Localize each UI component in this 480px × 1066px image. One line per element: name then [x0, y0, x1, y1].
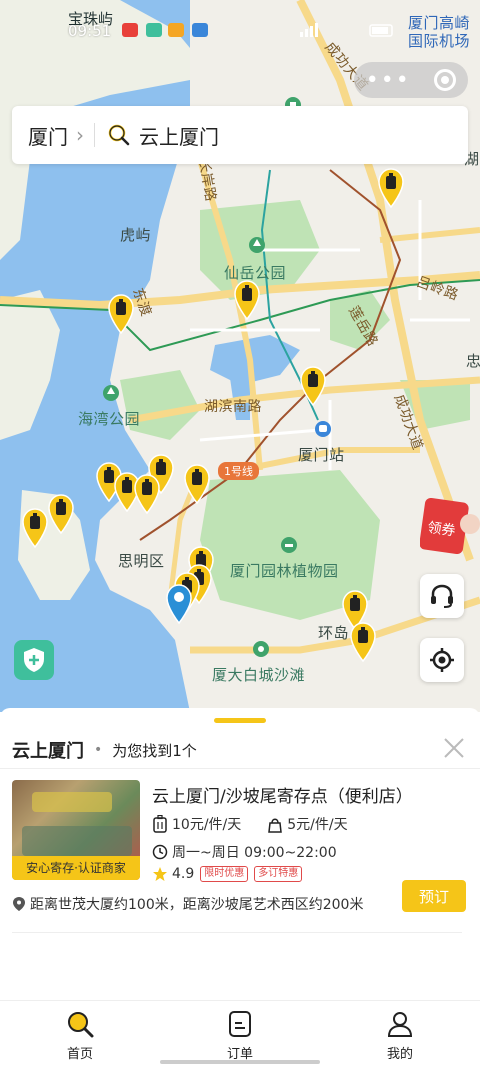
- sheet-title: 云上厦门: [12, 741, 84, 762]
- tab-profile[interactable]: 我的: [320, 1001, 480, 1066]
- app-icon: [146, 23, 162, 37]
- app-badge-icon: [122, 23, 138, 37]
- store-card[interactable]: 安心寄存·认证商家 云上厦门/沙坡尾寄存点（便利店） 10元/件/天 5元/件/…: [12, 780, 468, 930]
- address-row: 距离世茂大厦约100米，距离沙坡尾艺术西区约200米: [12, 894, 363, 914]
- luggage-pin-icon[interactable]: [48, 494, 74, 534]
- tab-orders[interactable]: 订单: [160, 1001, 320, 1066]
- app-icon: [168, 23, 184, 37]
- beach-icon: [253, 641, 269, 657]
- park-icon: [103, 385, 119, 401]
- order-icon: [229, 1011, 251, 1037]
- search-icon: [68, 1012, 94, 1038]
- luggage-pin-icon[interactable]: [108, 294, 134, 334]
- locate-me-button[interactable]: [420, 638, 464, 682]
- locate-icon: [430, 648, 454, 672]
- subway-line-badge: 1号线: [218, 462, 259, 480]
- coupon-badge[interactable]: 领券: [420, 498, 480, 554]
- signal-icon: [300, 23, 393, 37]
- search-icon: [108, 124, 130, 146]
- thumbnail-blur: [22, 826, 132, 856]
- luggage-pin-icon[interactable]: [234, 280, 260, 320]
- price-small-luggage: 5元/件/天: [287, 817, 348, 833]
- customer-service-button[interactable]: [420, 574, 464, 618]
- sheet-drag-handle[interactable]: [214, 718, 266, 723]
- city-selector[interactable]: 厦门: [28, 121, 68, 150]
- rating-row: 4.9 限时优惠 多订特惠: [152, 866, 303, 882]
- luggage-pin-icon[interactable]: [22, 508, 48, 548]
- map-view[interactable]: 宝珠屿 09:51 厦门高崎 国际机场 成功大道 湖 虎屿 长岸路 仙岳公园 吕…: [0, 0, 480, 712]
- map-label-station: 厦门站: [298, 446, 345, 464]
- map-label-area: 虎屿: [120, 226, 152, 244]
- map-label-road: 湖滨南路: [204, 399, 262, 415]
- map-label-district: 思明区: [118, 552, 165, 570]
- tab-profile-label: 我的: [386, 1047, 413, 1062]
- location-icon: [13, 897, 25, 911]
- insurance-button[interactable]: [14, 640, 54, 680]
- home-indicator: [160, 1060, 320, 1064]
- store-thumbnail: 安心寄存·认证商家: [12, 780, 140, 880]
- close-miniprogram-icon[interactable]: [434, 69, 457, 91]
- clock-icon: [152, 844, 168, 860]
- rating-value: 4.9: [172, 866, 195, 882]
- chevron-right-icon[interactable]: ›: [76, 123, 84, 147]
- promo-tag: 多订特惠: [254, 866, 303, 882]
- close-icon[interactable]: [440, 734, 468, 762]
- luggage-pin-icon[interactable]: [350, 622, 376, 662]
- status-time: 09:51: [68, 22, 112, 40]
- bag-icon: [268, 818, 283, 833]
- map-label-park: 厦门园林植物园: [230, 562, 339, 580]
- divider: [94, 123, 95, 147]
- price-large-luggage: 10元/件/天: [172, 817, 242, 833]
- business-hours: 周一~周日 09:00~22:00: [172, 845, 337, 861]
- map-label-airport-text: 厦门高崎 国际机场: [408, 14, 471, 50]
- promo-tag: 限时优惠: [200, 866, 249, 882]
- dot-separator: •: [94, 742, 103, 758]
- map-label-airport: 厦门高崎 国际机场: [408, 14, 470, 50]
- search-input[interactable]: [139, 123, 439, 147]
- result-sheet: 云上厦门 • 为您找到1个 安心寄存·认证商家 云上厦门/沙坡尾寄存点（便利店）…: [0, 708, 480, 1000]
- profile-icon: [387, 1012, 413, 1037]
- luggage-pin-icon[interactable]: [378, 168, 404, 208]
- headset-icon: [431, 584, 453, 608]
- selected-location-pin-icon[interactable]: [166, 584, 192, 624]
- hours-row: 周一~周日 09:00~22:00: [152, 842, 337, 862]
- search-bar[interactable]: 厦门 ›: [12, 106, 468, 164]
- map-label-area: 忠: [466, 352, 480, 370]
- store-address: 距离世茂大厦约100米，距离沙坡尾艺术西区约200米: [30, 897, 364, 913]
- more-icon[interactable]: •••: [366, 68, 411, 93]
- price-row: 10元/件/天 5元/件/天: [152, 814, 348, 834]
- result-count: 为您找到1个: [112, 741, 197, 760]
- certified-badge: 安心寄存·认证商家: [12, 856, 140, 880]
- luggage-pin-icon[interactable]: [300, 366, 326, 406]
- tab-home[interactable]: 首页: [0, 1001, 160, 1066]
- divider: [12, 932, 462, 933]
- map-label-beach: 厦大白城沙滩: [212, 666, 306, 684]
- divider: [0, 768, 480, 769]
- book-button[interactable]: 预订: [402, 880, 466, 912]
- thumbnail-blur: [32, 792, 112, 812]
- park-icon: [249, 237, 265, 253]
- sheet-header: 云上厦门 • 为您找到1个: [0, 730, 480, 770]
- shield-icon: [24, 648, 44, 672]
- garden-icon: [281, 537, 297, 553]
- suitcase-icon: [153, 815, 167, 833]
- map-label-park: 海湾公园: [78, 410, 141, 428]
- miniprogram-capsule[interactable]: •••: [354, 62, 468, 98]
- tab-bar: 首页 订单 我的: [0, 1000, 480, 1066]
- app-icon: [192, 23, 208, 37]
- store-name: 云上厦门/沙坡尾寄存点（便利店）: [152, 787, 413, 807]
- luggage-pin-icon[interactable]: [184, 464, 210, 504]
- star-icon: [153, 867, 167, 881]
- luggage-pin-icon[interactable]: [134, 474, 160, 514]
- tab-home-label: 首页: [66, 1047, 93, 1062]
- station-icon: [315, 421, 331, 437]
